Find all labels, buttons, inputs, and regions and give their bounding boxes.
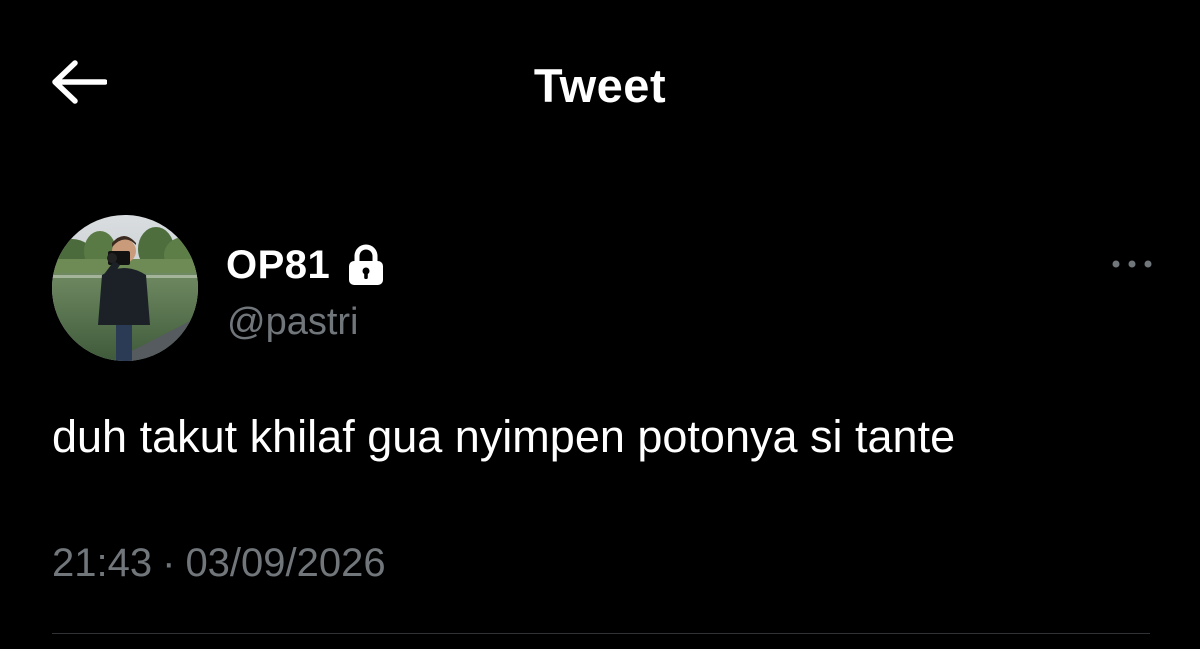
page-title: Tweet <box>533 59 667 112</box>
tweet-author: OP81 @pastri <box>52 215 1152 365</box>
tweet-text: duh takut khilaf gua nyimpen potonya si … <box>52 411 956 462</box>
display-name-row: OP81 <box>226 237 386 293</box>
tweet-date: 03/09/2026 <box>185 541 386 585</box>
top-app-bar: Tweet <box>0 0 1200 170</box>
user-handle[interactable]: @pastri <box>227 301 359 344</box>
profile-photo <box>52 215 198 361</box>
tweet-timestamp[interactable]: 21:43 · 03/09/2026 <box>52 541 386 586</box>
avatar[interactable] <box>52 215 198 361</box>
more-horizontal-icon <box>1112 260 1152 268</box>
divider <box>52 633 1150 634</box>
lock-icon <box>349 244 384 285</box>
display-name[interactable]: OP81 <box>226 243 330 288</box>
tweet-time: 21:43 <box>52 541 153 585</box>
timestamp-separator: · <box>162 541 176 585</box>
more-options-button[interactable] <box>1107 249 1157 279</box>
